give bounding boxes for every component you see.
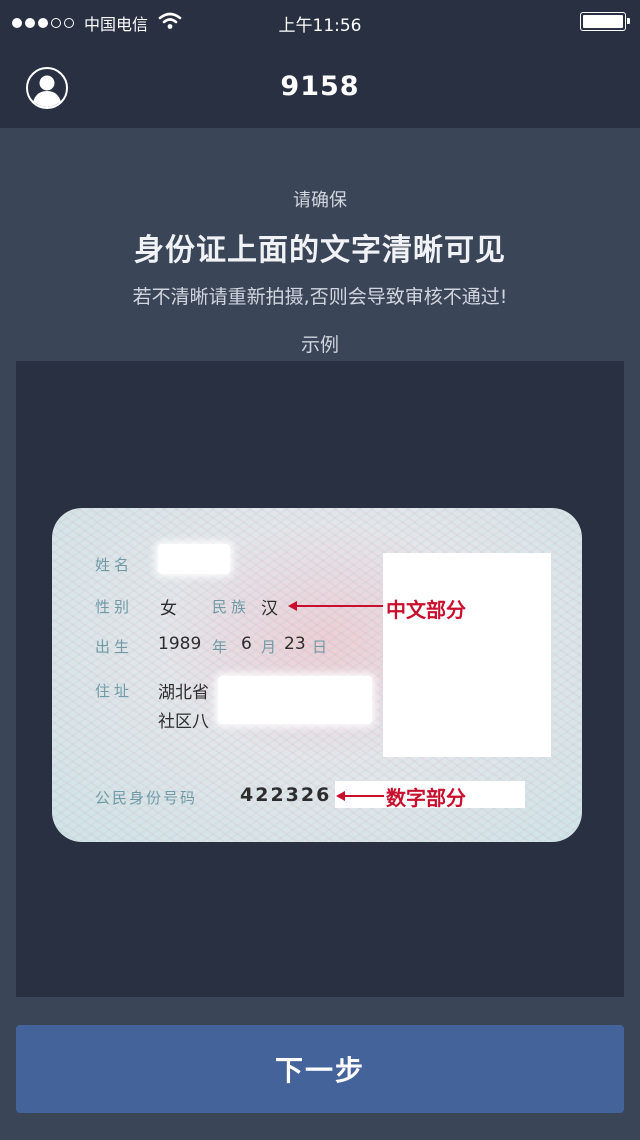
page-title: 9158 xyxy=(280,71,360,102)
name-mask xyxy=(158,544,230,574)
number-part-annotation: 数字部分 xyxy=(386,786,466,810)
birth-year: 1989 xyxy=(158,634,202,654)
name-label: 姓名 xyxy=(95,556,134,574)
birth-day: 23 xyxy=(284,634,306,654)
prompt-text: 请确保 xyxy=(293,190,347,211)
address-mask xyxy=(218,676,372,724)
number-arrow-line xyxy=(344,795,384,797)
nav-bar: 9158 xyxy=(0,42,640,128)
address-line-1: 湖北省 xyxy=(158,683,209,703)
battery-icon xyxy=(580,12,630,31)
address-line-2: 社区八 xyxy=(158,712,209,732)
chinese-arrow-line xyxy=(296,605,384,607)
birth-month: 6 xyxy=(241,634,252,654)
id-number-label: 公民身份号码 xyxy=(95,789,198,807)
month-char: 月 xyxy=(261,638,277,656)
gender-label: 性别 xyxy=(95,598,134,616)
example-panel: 姓名 性别 女 民族 汉 出生 1989 年 6 月 23 日 住址 湖北省 社… xyxy=(16,361,624,997)
headline: 身份证上面的文字清晰可见 xyxy=(134,233,506,268)
status-bar: 中国电信 上午11:56 xyxy=(0,0,640,42)
id-number-value: 422326 xyxy=(240,784,332,806)
ethnicity-value: 汉 xyxy=(261,599,278,619)
next-step-button[interactable]: 下一步 xyxy=(16,1025,624,1113)
battery-level xyxy=(583,15,623,28)
birth-label: 出生 xyxy=(95,638,134,656)
year-char: 年 xyxy=(212,638,228,656)
address-label: 住址 xyxy=(95,682,134,700)
subtitle: 若不清晰请重新拍摄,否则会导致审核不通过! xyxy=(132,286,508,308)
gender-value: 女 xyxy=(160,599,177,619)
day-char: 日 xyxy=(312,638,328,656)
photo-area xyxy=(383,553,551,757)
number-arrow-head-icon xyxy=(336,791,345,801)
example-label: 示例 xyxy=(300,334,339,356)
chinese-part-annotation: 中文部分 xyxy=(386,598,466,622)
ethnicity-label: 民族 xyxy=(212,598,251,616)
id-card-example: 姓名 性别 女 民族 汉 出生 1989 年 6 月 23 日 住址 湖北省 社… xyxy=(52,508,582,842)
chinese-arrow-head-icon xyxy=(288,601,297,611)
status-time: 上午11:56 xyxy=(278,16,362,36)
